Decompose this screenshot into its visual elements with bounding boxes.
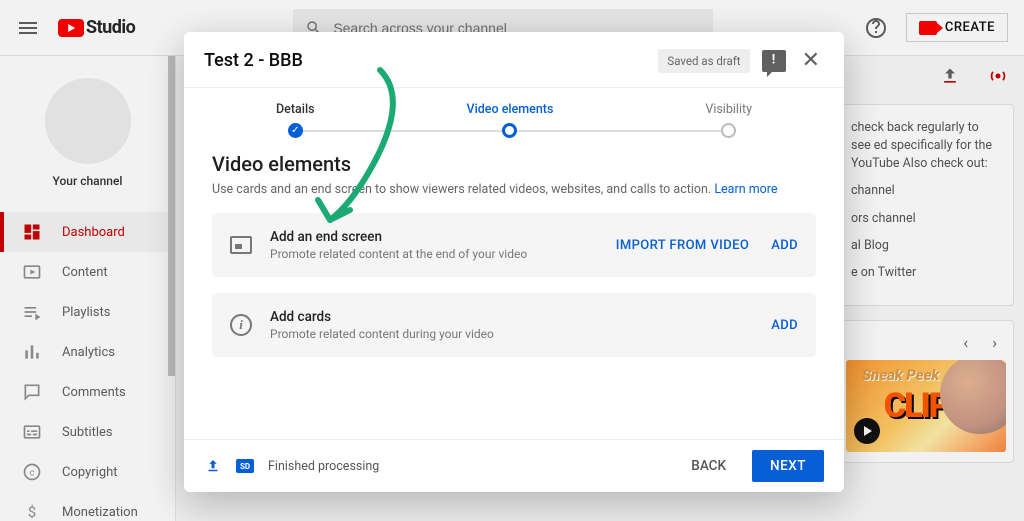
step-video-elements[interactable]: Video elements (467, 102, 554, 138)
add-end-screen-button[interactable]: ADD (771, 238, 798, 253)
section-sub-text: Use cards and an end screen to show view… (212, 182, 714, 197)
close-icon[interactable]: ✕ (798, 48, 824, 73)
card-subtitle: Promote related content during your vide… (270, 327, 753, 341)
end-screen-card: Add an end screen Promote related conten… (212, 213, 816, 277)
feedback-icon[interactable] (762, 50, 786, 72)
end-screen-icon (230, 236, 252, 254)
section-title: Video elements (212, 152, 816, 176)
upload-status-icon (204, 457, 222, 475)
stepper: Details Video elements Visibility (184, 88, 844, 142)
next-button[interactable]: NEXT (752, 450, 824, 482)
step-pending-icon (721, 123, 736, 138)
card-title: Add cards (270, 309, 753, 325)
processing-status: Finished processing (268, 459, 379, 474)
cards-card: Add cards Promote related content during… (212, 293, 816, 357)
card-subtitle: Promote related content at the end of yo… (270, 247, 598, 261)
modal-overlay: Test 2 - BBB Saved as draft ✕ Details Vi… (0, 0, 1024, 521)
learn-more-link[interactable]: Learn more (714, 182, 777, 197)
import-from-video-button[interactable]: IMPORT FROM VIDEO (616, 238, 749, 253)
section-subtitle: Use cards and an end screen to show view… (212, 182, 816, 197)
step-visibility[interactable]: Visibility (705, 102, 752, 138)
back-button[interactable]: BACK (679, 450, 738, 482)
video-edit-dialog: Test 2 - BBB Saved as draft ✕ Details Vi… (184, 32, 844, 492)
info-icon (230, 314, 252, 336)
step-details[interactable]: Details (276, 102, 315, 138)
step-label: Visibility (705, 102, 752, 117)
card-title: Add an end screen (270, 229, 598, 245)
step-label: Video elements (467, 102, 554, 117)
hd-badge: SD (236, 459, 254, 473)
step-current-icon (502, 123, 517, 138)
step-label: Details (276, 102, 315, 117)
step-done-icon (288, 123, 303, 138)
dialog-title: Test 2 - BBB (204, 50, 646, 71)
saved-as-draft-chip: Saved as draft (658, 49, 749, 73)
add-cards-button[interactable]: ADD (771, 318, 798, 333)
